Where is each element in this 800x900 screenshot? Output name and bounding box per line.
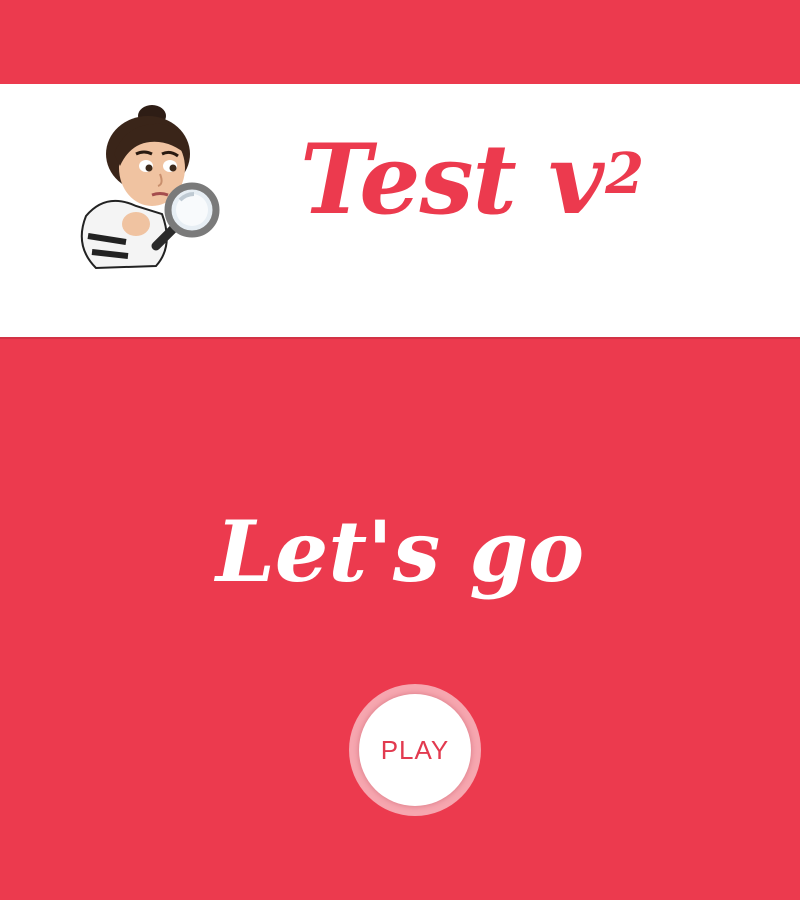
app-title: Test v2 [300,120,644,240]
app-screen: Test v2 Let's go PLAY [0,0,800,900]
header-banner: Test v2 [0,84,800,339]
headline: Let's go [215,502,585,601]
play-button-face[interactable]: PLAY [359,694,471,806]
detective-avatar-icon [80,105,220,270]
app-title-text: Test v [300,123,604,236]
app-title-superscript: 2 [605,141,644,207]
play-button[interactable]: PLAY [349,684,481,816]
play-button-label: PLAY [380,734,450,765]
